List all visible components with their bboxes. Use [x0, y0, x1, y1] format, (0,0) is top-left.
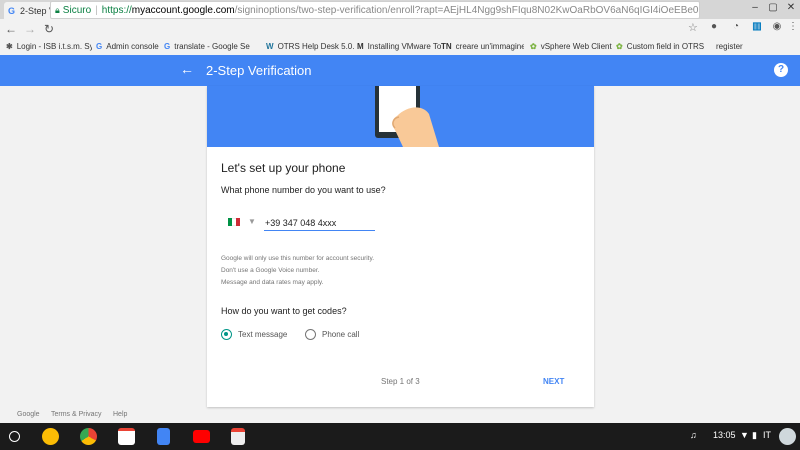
bookmark-label: Login - ISB i.t.s.m. Sy [16, 41, 92, 51]
bookmarks-bar: ✱ Login - ISB i.t.s.m. Sy G Admin consol… [0, 39, 800, 53]
page-title: 2-Step Verification [206, 63, 312, 78]
note-line: Don't use a Google Voice number. [221, 267, 320, 274]
forward-nav-icon[interactable]: → [22, 22, 38, 36]
trello-icon[interactable]: ▥ [750, 21, 764, 32]
text-message-radio[interactable] [221, 329, 232, 340]
note-line: Message and data rates may apply. [221, 279, 324, 286]
url-scheme: https:// [101, 4, 132, 16]
phone-call-radio[interactable] [305, 329, 316, 340]
footer-terms-link[interactable]: Terms & Privacy [51, 411, 102, 418]
notification-bell-icon[interactable]: ♫ [690, 430, 697, 440]
account-icon[interactable]: ◉ [770, 21, 784, 32]
bookmark-otrs-help-desk[interactable]: W OTRS Help Desk 5.0. [266, 39, 354, 53]
otrs-icon: ✿ [616, 41, 623, 51]
chrome-app-icon[interactable] [80, 428, 97, 445]
step-indicator: Step 1 of 3 [381, 377, 420, 386]
address-bar[interactable]: 🔒︎ Sicuro | https:// myaccount.google.co… [50, 1, 700, 19]
card-heading: Let's set up your phone [221, 161, 346, 175]
italy-flag-icon[interactable] [228, 218, 240, 226]
next-button[interactable]: NEXT [543, 377, 564, 386]
close-window-icon[interactable]: ✕ [784, 2, 798, 13]
country-dropdown-caret-icon[interactable]: ▼ [248, 217, 256, 226]
app-header: ← 2-Step Verification ? [0, 55, 800, 86]
google-favicon-icon: G [8, 5, 16, 16]
bookmark-login-isb[interactable]: ✱ Login - ISB i.t.s.m. Sy [6, 39, 92, 53]
bookmark-label: Custom field in OTRS [626, 41, 705, 51]
clock-time[interactable]: 13:05 [713, 430, 736, 440]
wifi-icon[interactable]: ▼ [740, 430, 749, 440]
setup-card: Let's set up your phone What phone numbe… [207, 86, 594, 407]
tn-icon: TN [441, 41, 452, 51]
bookmark-label: creare un'immagine [455, 41, 524, 51]
maximize-icon[interactable]: ▢ [766, 2, 780, 13]
extension-icon[interactable]: ● [707, 21, 721, 32]
phone-call-label[interactable]: Phone call [322, 330, 359, 339]
input-language[interactable]: IT [763, 430, 771, 440]
bookmark-label: Installing VMware To [367, 41, 442, 51]
youtube-app-icon[interactable] [193, 430, 210, 443]
bookmark-label: register [716, 41, 743, 51]
bookmark-label: vSphere Web Client [540, 41, 612, 51]
speedometer-icon[interactable]: ◔ [729, 21, 743, 32]
bookmark-star-icon[interactable]: ☆ [688, 21, 698, 34]
hand-holding-phone-icon [375, 86, 439, 147]
phone-illustration [207, 86, 594, 147]
minimize-icon[interactable]: – [748, 2, 762, 13]
reload-icon[interactable]: ↻ [41, 22, 57, 36]
bookmark-label: translate - Google Se [174, 41, 250, 51]
phone-usage-note: Google will only use this number for acc… [221, 253, 374, 289]
phone-number-input[interactable] [264, 215, 375, 231]
bookmark-translate[interactable]: G translate - Google Se [164, 39, 258, 53]
bookmark-custom-field[interactable]: ✿ Custom field in OTRS [616, 39, 706, 53]
phone-question: What phone number do you want to use? [221, 185, 386, 195]
calendar-app-icon[interactable] [231, 428, 245, 445]
launcher-icon[interactable] [9, 431, 20, 442]
menu-dots-icon[interactable]: ⋮ [786, 21, 800, 32]
site-icon: M [357, 41, 364, 51]
note-line: Google will only use this number for acc… [221, 255, 375, 262]
google-icon: G [164, 41, 171, 51]
user-avatar[interactable] [779, 428, 796, 445]
bookmark-register[interactable]: register [712, 39, 772, 53]
url-path: /signinoptions/two-step-verification/enr… [234, 4, 699, 16]
docs-app-icon[interactable] [157, 428, 170, 445]
back-arrow-icon[interactable]: ← [180, 61, 194, 77]
chromeos-shelf: ♫ 13:05 ▼ ▮ IT [0, 423, 800, 450]
codes-question: How do you want to get codes? [221, 306, 347, 316]
secure-label: Sicuro [62, 4, 92, 16]
battery-icon[interactable]: ▮ [752, 430, 757, 441]
bookmark-admin-console[interactable]: G Admin console [96, 39, 160, 53]
bookmark-vsphere[interactable]: ✿ vSphere Web Client [530, 39, 614, 53]
get-help-app-icon[interactable] [42, 428, 59, 445]
lock-icon: 🔒︎ [55, 4, 60, 15]
back-nav-icon[interactable]: ← [3, 22, 19, 36]
google-icon: G [96, 41, 103, 51]
bookmark-creare-immagine[interactable]: TN creare un'immagine [441, 39, 524, 53]
text-message-label[interactable]: Text message [238, 330, 287, 339]
browser-toolbar: ← → ↻ [0, 19, 800, 39]
url-host: myaccount.google.com [131, 4, 235, 16]
bookmark-label: Admin console [106, 41, 159, 51]
bookmark-installing-vmware[interactable]: M Installing VMware To [357, 39, 443, 53]
vsphere-icon: ✿ [530, 41, 537, 51]
bookmark-label: OTRS Help Desk 5.0. [277, 41, 354, 51]
help-icon[interactable]: ? [774, 63, 788, 77]
asterisk-icon: ✱ [6, 41, 13, 51]
footer-help-link[interactable]: Help [113, 411, 127, 418]
footer-google: Google [17, 411, 40, 418]
address-separator: | [95, 4, 98, 16]
gmail-app-icon[interactable] [118, 428, 135, 445]
wordpress-icon: W [266, 41, 274, 51]
